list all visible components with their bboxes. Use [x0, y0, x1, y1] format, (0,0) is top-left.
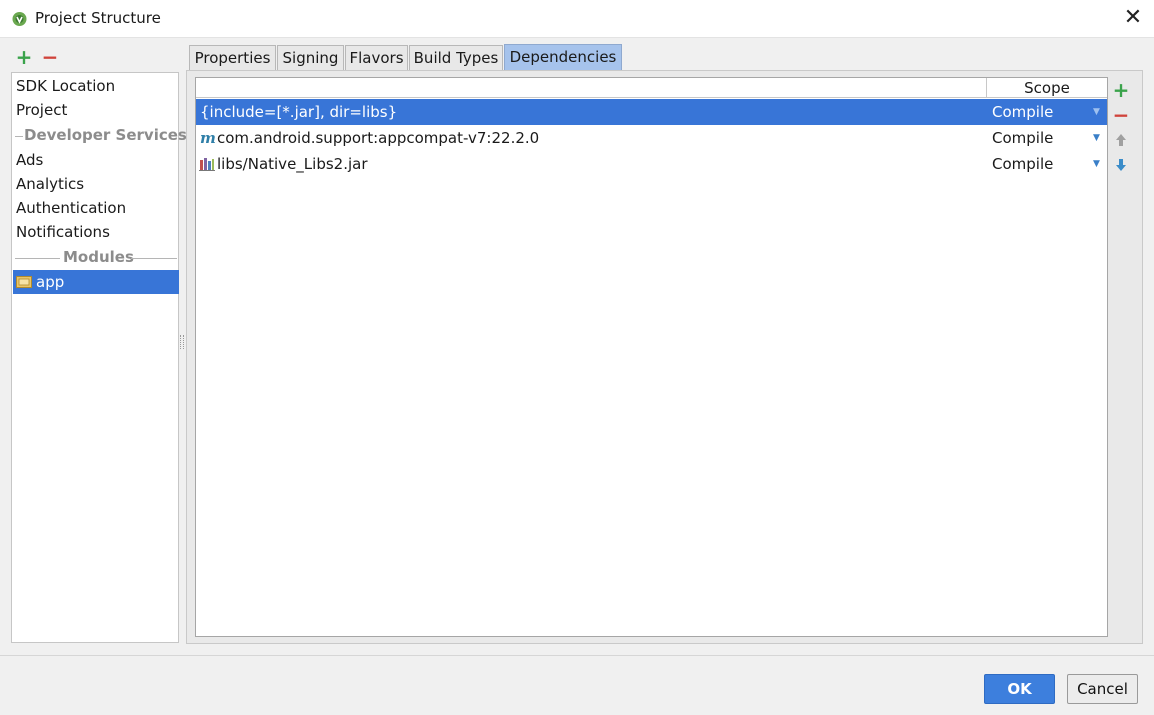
scope-value[interactable]: Compile: [992, 99, 1053, 125]
jar-library-icon: [199, 158, 215, 171]
sidebar-item-notifications[interactable]: Notifications: [13, 220, 179, 244]
move-down-icon[interactable]: [1111, 155, 1131, 175]
ok-button[interactable]: OK: [984, 674, 1055, 704]
sidebar-item-project[interactable]: Project: [13, 98, 179, 122]
android-studio-icon: [12, 12, 27, 26]
tab-build-types[interactable]: Build Types: [409, 45, 503, 70]
tab-dependencies[interactable]: Dependencies: [504, 44, 622, 70]
sidebar-item-label: app: [36, 273, 65, 291]
svg-text:m: m: [200, 130, 215, 146]
scope-dropdown-icon[interactable]: ▼: [1093, 99, 1100, 125]
window-title: Project Structure: [35, 9, 161, 27]
module-folder-icon: [16, 276, 32, 288]
close-icon[interactable]: ✕: [1121, 6, 1145, 30]
remove-module-button[interactable]: −: [40, 47, 60, 67]
footer-divider: [0, 655, 1154, 656]
table-row[interactable]: {include=[*.jar], dir=libs} Compile ▼: [196, 99, 1107, 125]
header-line-left: [15, 136, 23, 137]
move-up-icon[interactable]: [1111, 130, 1131, 150]
dependency-name: libs/Native_Libs2.jar: [217, 155, 368, 173]
scope-dropdown-icon[interactable]: ▼: [1093, 125, 1100, 151]
sidebar-item-app[interactable]: app: [13, 270, 179, 294]
dependency-name: com.android.support:appcompat-v7:22.2.0: [217, 129, 540, 147]
tab-signing[interactable]: Signing: [277, 45, 344, 70]
remove-dependency-button[interactable]: −: [1111, 105, 1131, 125]
dependency-name: {include=[*.jar], dir=libs}: [200, 103, 398, 121]
modules-label: Modules: [63, 248, 134, 266]
scope-value[interactable]: Compile: [992, 151, 1053, 177]
dependencies-table: Scope {include=[*.jar], dir=libs} Compil…: [195, 77, 1108, 637]
sidebar-item-sdk-location[interactable]: SDK Location: [13, 74, 179, 98]
splitter-handle[interactable]: [180, 335, 184, 349]
add-dependency-button[interactable]: +: [1111, 80, 1131, 100]
modules-header: Modules: [13, 246, 179, 270]
table-row[interactable]: libs/Native_Libs2.jar Compile ▼: [196, 151, 1107, 177]
sidebar: SDK Location Project Developer Services …: [11, 72, 187, 643]
scope-dropdown-icon[interactable]: ▼: [1093, 151, 1100, 177]
scope-value[interactable]: Compile: [992, 125, 1053, 151]
developer-services-header: Developer Services: [13, 124, 187, 148]
sidebar-item-ads[interactable]: Ads: [13, 148, 179, 172]
tab-flavors[interactable]: Flavors: [345, 45, 408, 70]
sidebar-item-analytics[interactable]: Analytics: [13, 172, 179, 196]
header-line-right: [131, 258, 177, 259]
scope-column-header[interactable]: Scope: [987, 79, 1107, 97]
table-header: Scope: [196, 78, 1107, 98]
table-row[interactable]: m com.android.support:appcompat-v7:22.2.…: [196, 125, 1107, 151]
sidebar-item-authentication[interactable]: Authentication: [13, 196, 179, 220]
cancel-button[interactable]: Cancel: [1067, 674, 1138, 704]
maven-icon: m: [200, 130, 215, 146]
header-line-left: [15, 258, 60, 259]
developer-services-label: Developer Services: [24, 126, 187, 144]
add-module-button[interactable]: +: [14, 47, 34, 67]
title-bar: Project Structure ✕: [0, 0, 1154, 38]
tab-properties[interactable]: Properties: [189, 45, 276, 70]
dependency-toolbar: + −: [1109, 78, 1133, 636]
